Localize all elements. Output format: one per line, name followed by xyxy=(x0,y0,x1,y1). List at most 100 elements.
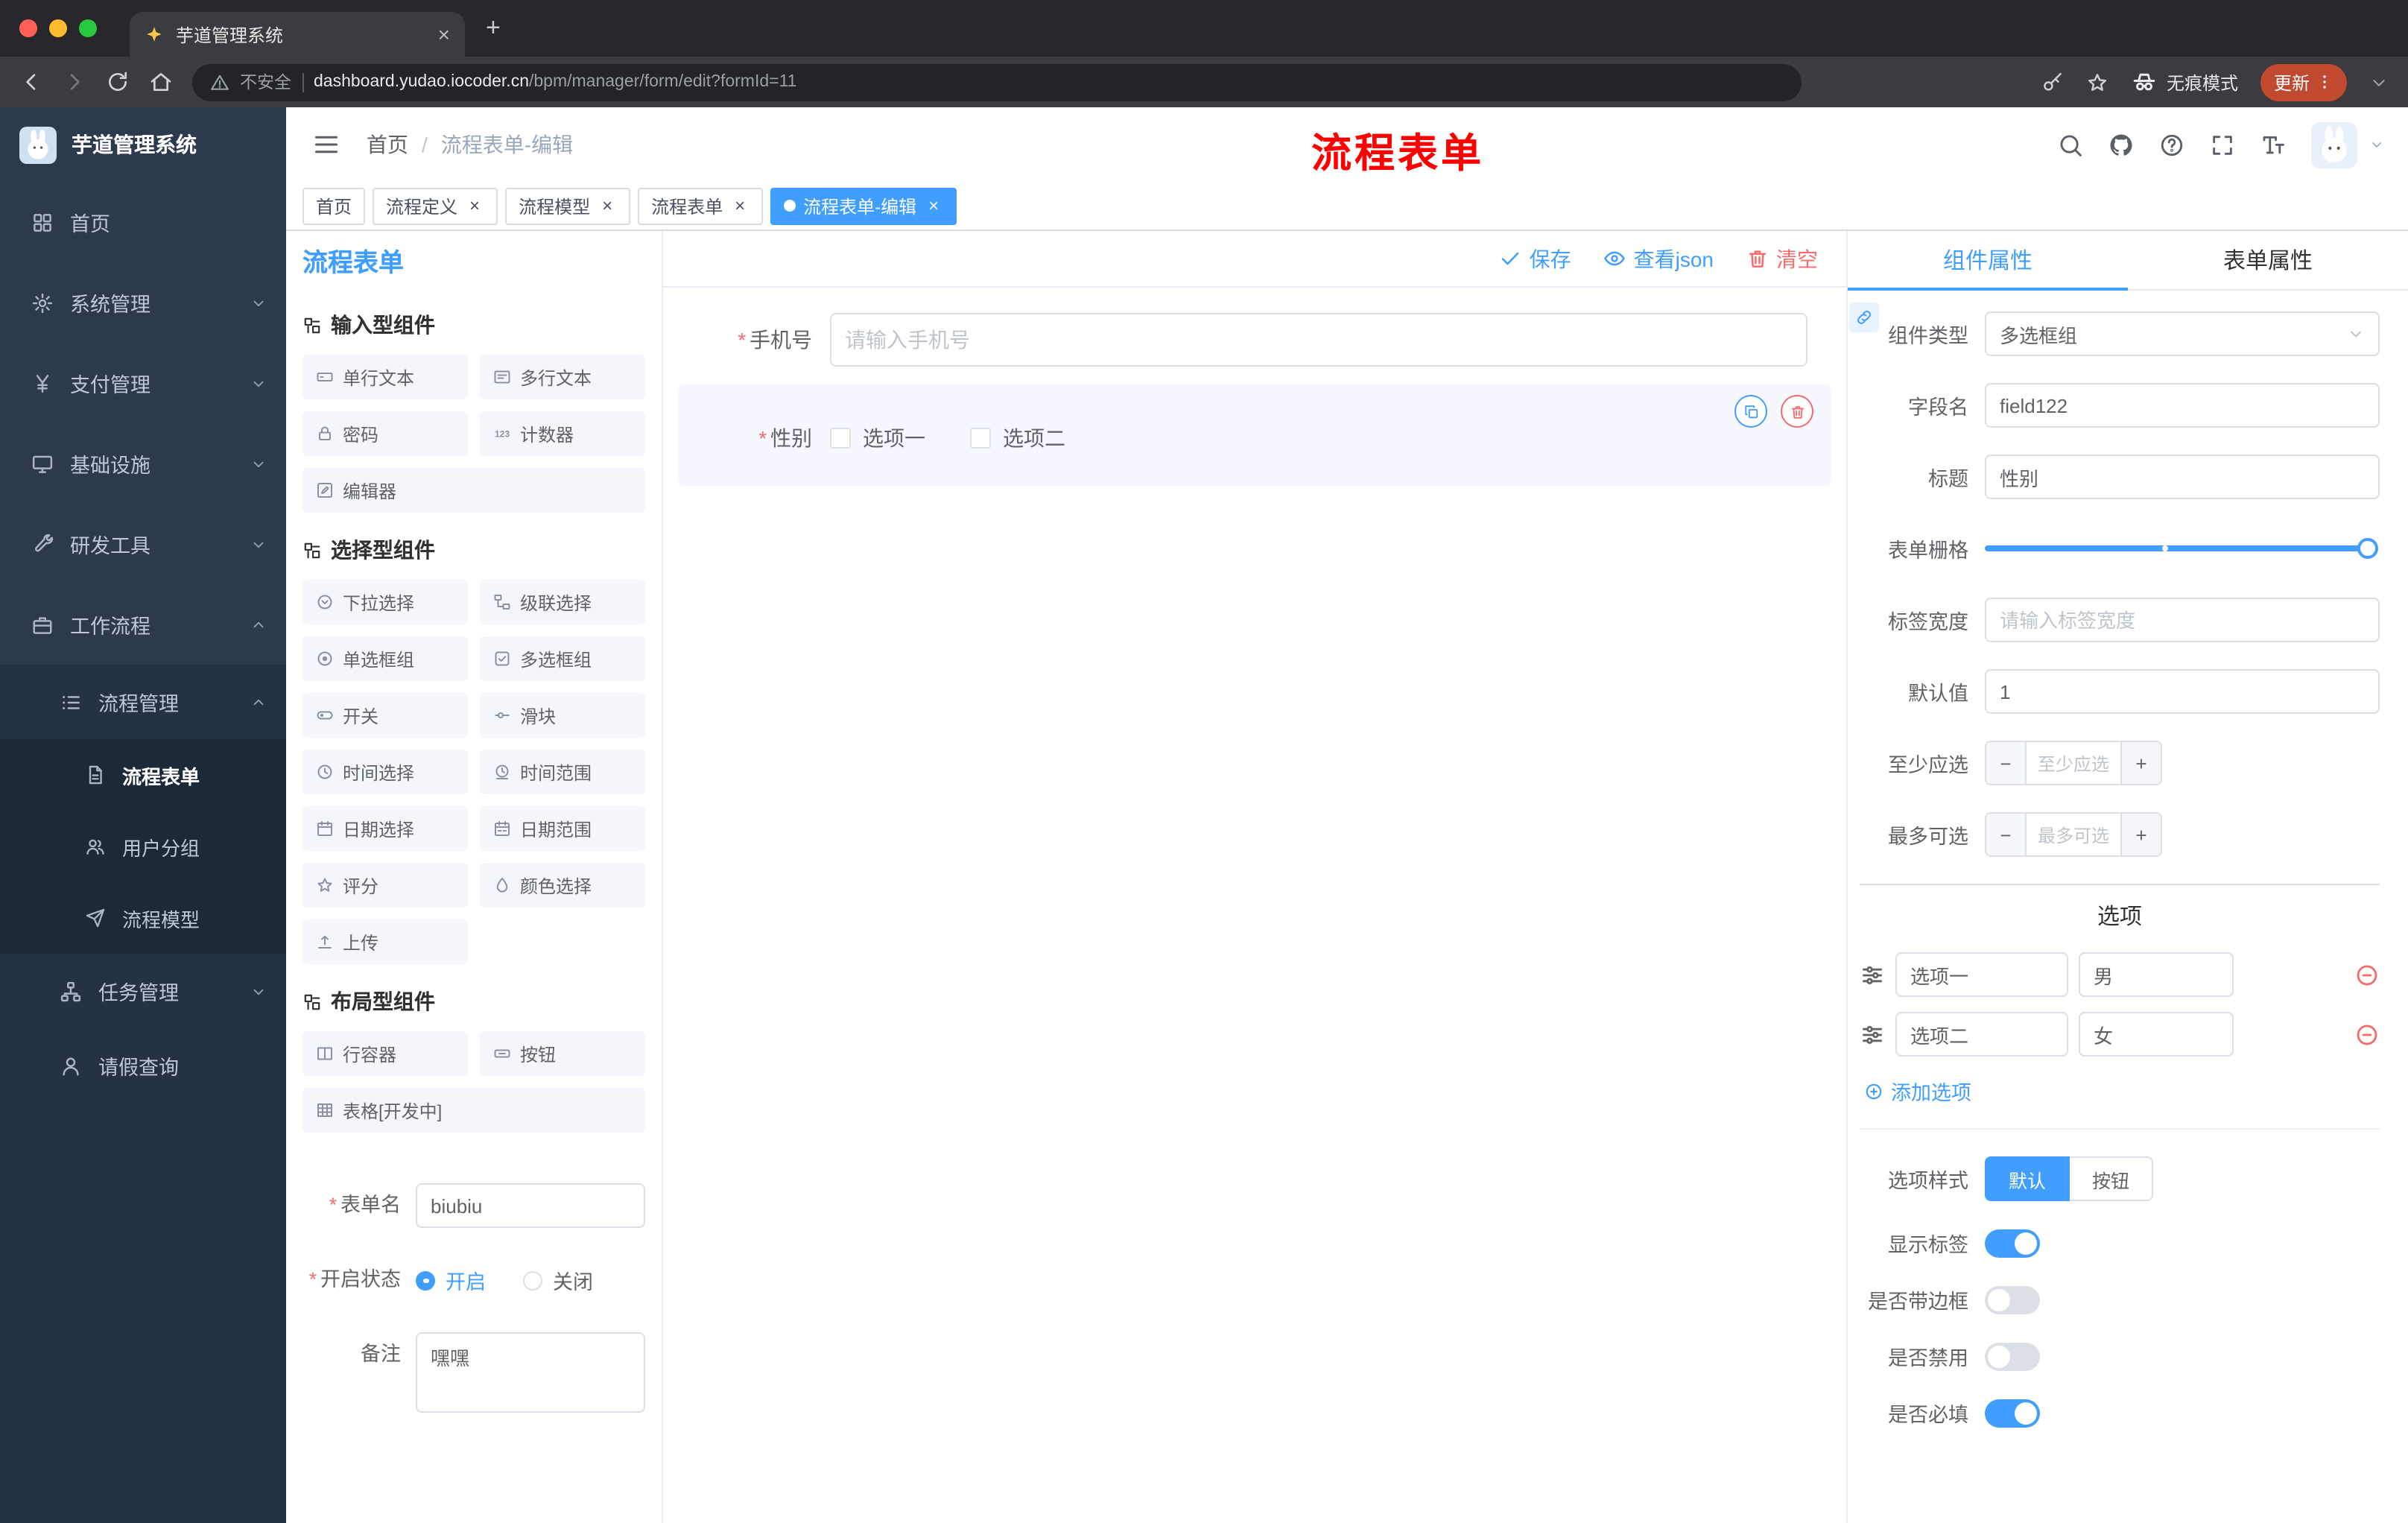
avatar-caret-icon[interactable] xyxy=(2369,137,2384,152)
tag-close-icon[interactable]: × xyxy=(465,197,484,215)
palette-item-password[interactable]: 密码 xyxy=(302,411,468,456)
window-close-button[interactable] xyxy=(19,19,37,37)
slider-track[interactable] xyxy=(1985,538,2378,559)
radio-open[interactable]: 开启 xyxy=(416,1265,486,1295)
palette-item-row-container[interactable]: 行容器 xyxy=(302,1031,468,1076)
palette-item-cascader[interactable]: 级联选择 xyxy=(480,580,645,624)
remove-option-icon[interactable] xyxy=(2354,1022,2380,1047)
palette-item-upload[interactable]: 上传 xyxy=(302,919,468,964)
tag-close-icon[interactable]: × xyxy=(924,197,943,215)
drag-handle-icon[interactable] xyxy=(1860,962,1885,987)
palette-item-time-range[interactable]: 时间范围 xyxy=(480,750,645,794)
slider-handle[interactable] xyxy=(2357,538,2378,559)
component-type-select[interactable]: 多选框组 xyxy=(1985,311,2380,356)
palette-item-checkbox-group[interactable]: 多选框组 xyxy=(480,636,645,681)
min-checked-value[interactable]: 至少应选 xyxy=(2027,742,2120,784)
style-button-button[interactable]: 按钮 xyxy=(2070,1156,2154,1201)
search-icon[interactable] xyxy=(2058,132,2083,157)
palette-item-color-picker[interactable]: 颜色选择 xyxy=(480,863,645,908)
add-option-button[interactable]: 添加选项 xyxy=(1864,1076,2380,1106)
tag-close-icon[interactable]: × xyxy=(730,197,750,215)
bookmark-star-icon[interactable] xyxy=(2086,71,2108,93)
clear-button[interactable]: 清空 xyxy=(1746,244,1818,273)
new-tab-button[interactable]: + xyxy=(465,0,522,57)
drag-handle-icon[interactable] xyxy=(1860,1022,1885,1047)
sidebar-item-system[interactable]: 系统管理 xyxy=(0,262,286,343)
field-name-input[interactable] xyxy=(1985,383,2380,428)
disabled-toggle[interactable] xyxy=(1985,1342,2040,1370)
tag-close-icon[interactable]: × xyxy=(598,197,617,215)
palette-item-slider[interactable]: 滑块 xyxy=(480,693,645,738)
chevron-down-icon[interactable] xyxy=(2369,72,2389,92)
option-label-input[interactable] xyxy=(1895,952,2068,997)
sidebar-item-user-group[interactable]: 用户分组 xyxy=(0,811,286,882)
delete-component-button[interactable] xyxy=(1781,395,1813,428)
palette-item-time-picker[interactable]: 时间选择 xyxy=(302,750,468,794)
palette-item-radio-group[interactable]: 单选框组 xyxy=(302,636,468,681)
breadcrumb-home[interactable]: 首页 xyxy=(367,130,408,159)
forward-icon[interactable] xyxy=(63,70,86,94)
save-button[interactable]: 保存 xyxy=(1500,244,1571,273)
max-checked-value[interactable]: 最多可选 xyxy=(2027,814,2120,855)
palette-item-single-line-text[interactable]: 单行文本 xyxy=(302,355,468,399)
increment-button[interactable]: + xyxy=(2120,742,2161,784)
tag-process-model[interactable]: 流程模型 × xyxy=(505,187,631,224)
form-remark-textarea[interactable] xyxy=(416,1332,645,1413)
tag-process-definition[interactable]: 流程定义 × xyxy=(373,187,498,224)
sidebar-item-process-form[interactable]: 流程表单 xyxy=(0,739,286,811)
option-value-input[interactable] xyxy=(2079,1012,2234,1057)
sidebar-item-workflow[interactable]: 工作流程 xyxy=(0,584,286,665)
show-label-toggle[interactable] xyxy=(1985,1229,2040,1257)
palette-item-multi-line-text[interactable]: 多行文本 xyxy=(480,355,645,399)
palette-item-rate[interactable]: 评分 xyxy=(302,863,468,908)
window-minimize-button[interactable] xyxy=(49,19,67,37)
address-bar[interactable]: 不安全 dashboard.yudao.iocoder.cn/bpm/manag… xyxy=(192,63,1802,101)
help-icon[interactable] xyxy=(2159,132,2184,157)
sidebar-item-payment[interactable]: 支付管理 xyxy=(0,343,286,423)
palette-item-button[interactable]: 按钮 xyxy=(480,1031,645,1076)
phone-input[interactable] xyxy=(830,313,1807,367)
reload-icon[interactable] xyxy=(106,70,130,94)
sidebar-item-process-model[interactable]: 流程模型 xyxy=(0,882,286,954)
link-badge[interactable] xyxy=(1849,303,1879,332)
radio-closed[interactable]: 关闭 xyxy=(523,1265,593,1295)
password-key-icon[interactable] xyxy=(2041,71,2064,93)
decrement-button[interactable]: − xyxy=(1986,814,2027,855)
palette-item-select[interactable]: 下拉选择 xyxy=(302,580,468,624)
sidebar-item-leave-query[interactable]: 请假查询 xyxy=(0,1028,286,1103)
not-secure-icon[interactable] xyxy=(210,72,229,92)
fullscreen-icon[interactable] xyxy=(2210,132,2235,157)
border-toggle[interactable] xyxy=(1985,1285,2040,1314)
palette-item-table[interactable]: 表格[开发中] xyxy=(302,1088,645,1133)
sidebar-item-infrastructure[interactable]: 基础设施 xyxy=(0,423,286,504)
increment-button[interactable]: + xyxy=(2120,814,2161,855)
option-value-input[interactable] xyxy=(2079,952,2234,997)
palette-item-editor[interactable]: 编辑器 xyxy=(302,468,645,513)
copy-component-button[interactable] xyxy=(1734,395,1767,428)
window-maximize-button[interactable] xyxy=(79,19,97,37)
browser-home-icon[interactable] xyxy=(149,70,173,94)
title-input[interactable] xyxy=(1985,455,2380,499)
browser-update-button[interactable]: 更新 xyxy=(2260,63,2347,101)
user-avatar[interactable] xyxy=(2311,121,2357,168)
sidebar-logo[interactable]: 芋道管理系统 xyxy=(0,107,286,182)
view-json-button[interactable]: 查看json xyxy=(1604,244,1714,273)
canvas-field-gender-selected[interactable]: * 性别 选项一 选项二 xyxy=(678,384,1831,486)
browser-tab[interactable]: 芋道管理系统 × xyxy=(130,12,465,57)
tag-process-form[interactable]: 流程表单 × xyxy=(638,187,764,224)
default-value-input[interactable] xyxy=(1985,669,2380,714)
sidebar-item-process-management[interactable]: 流程管理 xyxy=(0,665,286,739)
back-icon[interactable] xyxy=(19,70,43,94)
sidebar-item-task-management[interactable]: 任务管理 xyxy=(0,954,286,1028)
palette-item-counter[interactable]: 123 计数器 xyxy=(480,411,645,456)
grid-slider[interactable] xyxy=(1985,526,2380,571)
sidebar-toggle-button[interactable] xyxy=(286,107,367,182)
tab-component-props[interactable]: 组件属性 xyxy=(1848,231,2128,291)
decrement-button[interactable]: − xyxy=(1986,742,2027,784)
sidebar-item-devtools[interactable]: 研发工具 xyxy=(0,504,286,584)
option-label-input[interactable] xyxy=(1895,1012,2068,1057)
tab-form-props[interactable]: 表单属性 xyxy=(2128,231,2408,289)
required-toggle[interactable] xyxy=(1985,1399,2040,1427)
checkbox-option-2[interactable]: 选项二 xyxy=(970,423,1065,453)
label-width-input[interactable] xyxy=(1985,598,2380,642)
